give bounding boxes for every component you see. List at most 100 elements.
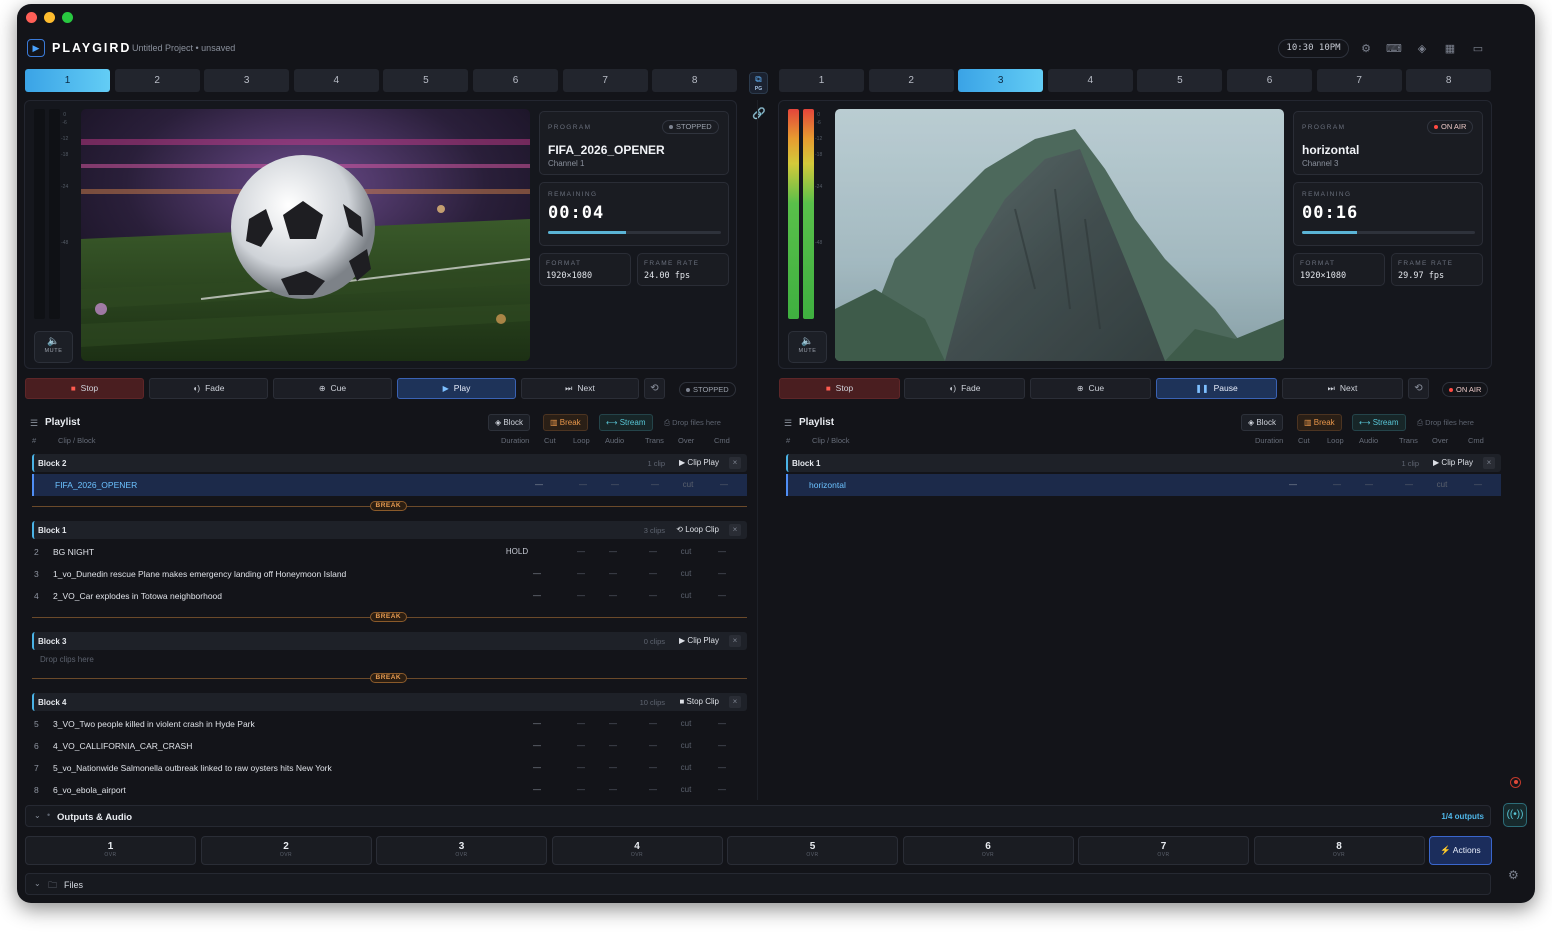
playlist-row[interactable]: 7 5_vo_Nationwide Salmonella outbreak lin… xyxy=(32,757,747,779)
tab-channel-6[interactable]: 6 xyxy=(1227,69,1312,92)
output-button-5[interactable]: 5 OVR xyxy=(727,836,898,865)
playlist-row[interactable]: horizontal — — — — — cut xyxy=(786,474,1501,496)
tab-channel-5[interactable]: 5 xyxy=(383,69,469,92)
loop-toggle-button[interactable]: ⟲ xyxy=(644,378,665,399)
add-stream-button[interactable]: ⟷ Stream xyxy=(1352,414,1406,431)
gear-icon[interactable]: ⚙ xyxy=(1358,41,1374,57)
keyboard-icon[interactable]: ⌨ xyxy=(1386,41,1402,57)
close-icon[interactable]: × xyxy=(729,696,741,708)
tab-channel-8[interactable]: 8 xyxy=(1406,69,1492,92)
tab-channel-8[interactable]: 8 xyxy=(652,69,738,92)
add-block-button[interactable]: ◈ Block xyxy=(1241,414,1283,431)
next-button[interactable]: ⏭ Next xyxy=(1282,378,1403,399)
tab-channel-3[interactable]: 3 xyxy=(958,69,1044,92)
link-icon[interactable]: 🔗 xyxy=(752,107,766,120)
playlist-block[interactable]: Block 1 1 clip ▶ Clip Play × xyxy=(786,454,1501,472)
playlist-row[interactable]: 2 BG NIGHT HOLD — — — — cut xyxy=(32,541,747,563)
tab-channel-2[interactable]: 2 xyxy=(114,69,200,92)
fade-button[interactable]: ◖) Fade xyxy=(149,378,268,399)
gear-icon[interactable]: ⚙ xyxy=(1508,868,1519,882)
close-icon[interactable]: × xyxy=(729,635,741,647)
close-icon[interactable]: × xyxy=(1483,457,1495,469)
block-mode-button[interactable]: ▶ Clip Play xyxy=(679,636,719,645)
block-clip-count: 1 clip xyxy=(1401,459,1419,468)
play-button[interactable]: ▶ Play xyxy=(397,378,516,399)
stop-button[interactable]: ■ Stop xyxy=(25,378,144,399)
block-mode-button[interactable]: ▶ Clip Play xyxy=(1433,458,1473,467)
playlist-block[interactable]: Block 1 3 clips ⟲ Loop Clip × xyxy=(32,521,747,539)
row-transition: cut xyxy=(682,480,694,489)
block-mode-button[interactable]: ⟲ Loop Clip xyxy=(676,525,719,534)
row-number: 3 xyxy=(34,569,39,579)
status-dot-icon xyxy=(686,388,690,393)
row-empty-cell: — xyxy=(1474,480,1482,489)
mute-button[interactable]: 🔈 MUTE xyxy=(788,331,827,363)
playlist-block[interactable]: Block 4 10 clips ■ Stop Clip × xyxy=(32,693,747,711)
playlist-row[interactable]: 8 6_vo_ebola_airport — — — — — cut xyxy=(32,779,747,801)
pause-button[interactable]: ❚❚ Pause xyxy=(1156,378,1277,399)
playlist-row[interactable]: 6 4_VO_CALLIFORNIA_CAR_CRASH — — — — — cut xyxy=(32,735,747,757)
add-break-button[interactable]: ▥ Break xyxy=(543,414,588,431)
stop-icon: ■ xyxy=(70,384,76,393)
broadcast-icon[interactable]: ((•)) xyxy=(1503,803,1527,827)
output-button-1[interactable]: 1 OVR xyxy=(25,836,196,865)
playlist-row[interactable]: 3 1_vo_Dunedin rescue Plane makes emergen… xyxy=(32,563,747,585)
minimize-window-button[interactable] xyxy=(44,12,55,23)
tab-channel-3[interactable]: 3 xyxy=(204,69,290,92)
output-button-7[interactable]: 7 OVR xyxy=(1078,836,1249,865)
column-header: Duration xyxy=(501,436,530,445)
zoom-window-button[interactable] xyxy=(62,12,73,23)
row-title: horizontal xyxy=(809,480,846,490)
add-stream-button[interactable]: ⟷ Stream xyxy=(599,414,653,431)
column-header: Cut xyxy=(1298,436,1310,445)
column-header: Duration xyxy=(1255,436,1284,445)
row-transition: cut xyxy=(680,741,692,750)
output-button-2[interactable]: 2 OVR xyxy=(200,836,372,865)
close-icon[interactable]: × xyxy=(729,524,741,536)
output-button-3[interactable]: 3 OVR xyxy=(376,836,547,865)
tab-channel-1[interactable]: 1 xyxy=(25,69,110,92)
loop-toggle-button[interactable]: ⟲ xyxy=(1408,378,1429,399)
playlist-row[interactable]: 4 2_VO_Car explodes in Totowa neighborhoo… xyxy=(32,585,747,607)
tab-channel-2[interactable]: 2 xyxy=(868,69,954,92)
playlist-block[interactable]: Block 2 1 clip ▶ Clip Play × xyxy=(32,454,747,472)
cue-button[interactable]: ⊕ Cue xyxy=(1030,378,1151,399)
window-icon[interactable]: ▭ xyxy=(1470,41,1486,57)
fade-button[interactable]: ◖) Fade xyxy=(904,378,1025,399)
tab-channel-5[interactable]: 5 xyxy=(1137,69,1223,92)
output-button-6[interactable]: 6 OVR xyxy=(902,836,1074,865)
block-clip-count: 3 clips xyxy=(643,526,665,535)
playlist-row[interactable]: 5 3_VO_Two people killed in violent crash… xyxy=(32,713,747,735)
mute-button[interactable]: 🔈 MUTE xyxy=(34,331,73,363)
tab-channel-7[interactable]: 7 xyxy=(1316,69,1402,92)
record-icon[interactable] xyxy=(1510,777,1521,788)
close-icon[interactable]: × xyxy=(729,457,741,469)
block-mode-button[interactable]: ■ Stop Clip xyxy=(679,697,719,706)
tab-channel-6[interactable]: 6 xyxy=(473,69,558,92)
outputs-section-header[interactable]: ⌄ • Outputs & Audio 1/4 outputs xyxy=(25,805,1491,827)
files-section-header[interactable]: ⌄ 🗀 Files xyxy=(25,873,1491,895)
output-button-8[interactable]: 8 OVR xyxy=(1253,836,1425,865)
playlist-title: Playlist xyxy=(45,417,81,428)
block-mode-button[interactable]: ▶ Clip Play xyxy=(679,458,719,467)
layers-icon[interactable]: ◈ xyxy=(1414,41,1430,57)
output-button-4[interactable]: 4 OVR xyxy=(551,836,723,865)
program-mode-button[interactable]: ⧉ PG xyxy=(749,72,768,94)
actions-button[interactable]: ⚡ Actions xyxy=(1429,836,1492,865)
stop-button[interactable]: ■ Stop xyxy=(779,378,900,399)
tab-channel-4[interactable]: 4 xyxy=(293,69,379,92)
tab-channel-7[interactable]: 7 xyxy=(562,69,648,92)
cue-button[interactable]: ⊕ Cue xyxy=(273,378,392,399)
add-break-button[interactable]: ▥ Break xyxy=(1297,414,1342,431)
next-button[interactable]: ⏭ Next xyxy=(521,378,639,399)
tab-channel-1[interactable]: 1 xyxy=(779,69,864,92)
tab-channel-4[interactable]: 4 xyxy=(1047,69,1133,92)
playlist-block[interactable]: Block 3 0 clips ▶ Clip Play × xyxy=(32,632,747,650)
output-mode-label: OVR xyxy=(279,852,293,858)
program-preview-video xyxy=(81,109,530,361)
close-window-button[interactable] xyxy=(26,12,37,23)
grid-icon[interactable]: ▦ xyxy=(1442,41,1458,57)
add-block-button[interactable]: ◈ Block xyxy=(488,414,530,431)
playlist-row[interactable]: FIFA_2026_OPENER — — — — — cut xyxy=(32,474,747,496)
row-empty-cell: — xyxy=(718,547,726,556)
